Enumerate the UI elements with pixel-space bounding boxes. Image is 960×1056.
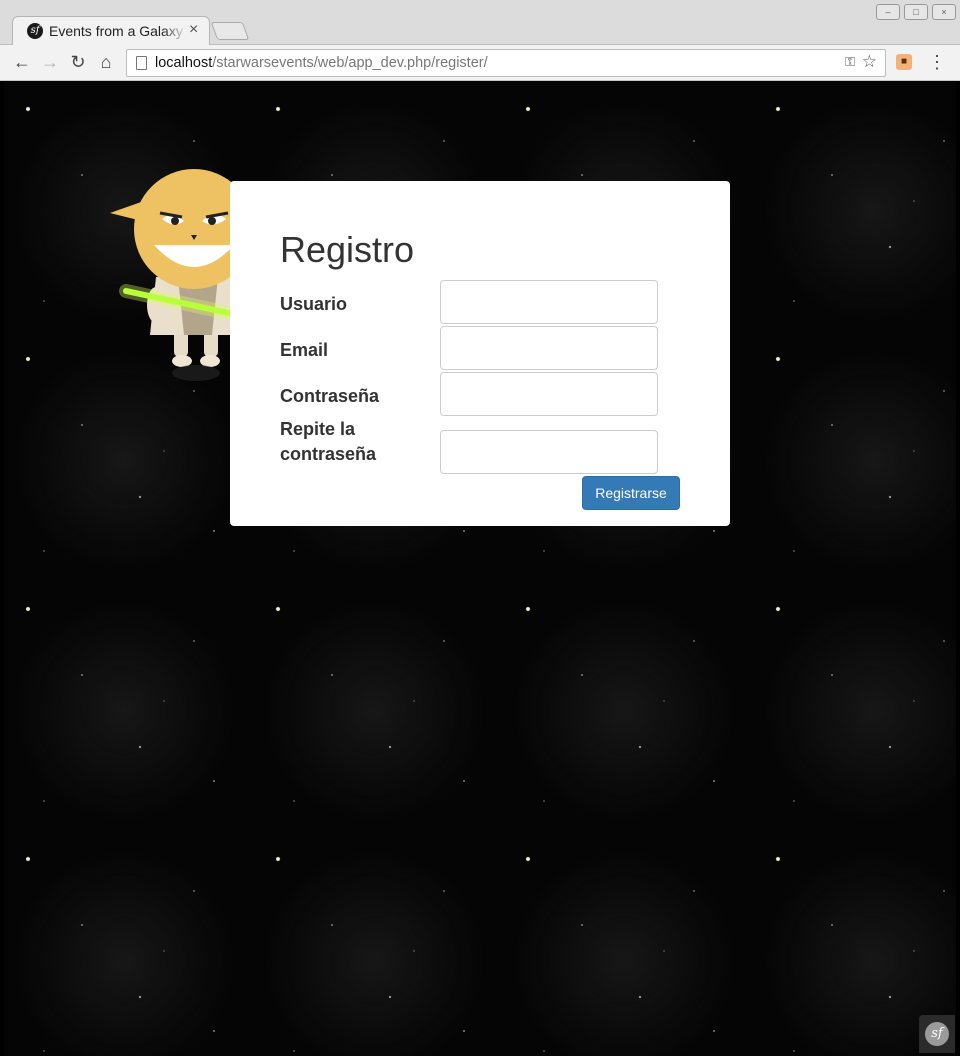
browser-toolbar: ← → ↻ ⌂ localhost/starwarsevents/web/app… bbox=[0, 45, 960, 81]
register-button[interactable]: Registrarse bbox=[582, 476, 680, 510]
page-icon bbox=[136, 56, 147, 70]
symfony-toolbar-toggle[interactable]: sf bbox=[919, 1015, 955, 1053]
password-input[interactable] bbox=[440, 372, 658, 416]
username-label: Usuario bbox=[280, 294, 348, 314]
reload-icon[interactable]: ↻ bbox=[66, 51, 90, 73]
close-window-icon[interactable]: × bbox=[932, 4, 956, 20]
page-viewport: Registro Usuario Email Contraseña Repite… bbox=[4, 81, 956, 1056]
browser-tab[interactable]: sf Events from a Galaxy × bbox=[12, 16, 210, 45]
browser-tab-bar: sf Events from a Galaxy × – □ × bbox=[0, 0, 960, 45]
extension-icon[interactable]: ■ bbox=[896, 54, 912, 70]
email-input[interactable] bbox=[440, 326, 658, 370]
address-bar[interactable]: localhost/starwarsevents/web/app_dev.php… bbox=[126, 49, 886, 77]
bookmark-star-icon[interactable]: ☆ bbox=[862, 52, 877, 72]
window-controls: – □ × bbox=[876, 4, 956, 20]
url-text[interactable]: localhost/starwarsevents/web/app_dev.php… bbox=[155, 53, 488, 73]
forward-arrow-icon[interactable]: → bbox=[38, 51, 62, 73]
symfony-favicon-icon: sf bbox=[27, 23, 43, 39]
password-label: Contraseña bbox=[280, 386, 380, 406]
page-title: Registro bbox=[280, 229, 415, 270]
menu-icon[interactable]: ⋮ bbox=[928, 51, 946, 73]
key-icon[interactable]: ⚿ bbox=[845, 54, 855, 70]
minimize-icon[interactable]: – bbox=[876, 4, 900, 20]
symfony-logo-icon: sf bbox=[925, 1022, 949, 1046]
tab-close-icon[interactable]: × bbox=[189, 22, 198, 38]
back-arrow-icon[interactable]: ← bbox=[10, 51, 34, 73]
email-label: Email bbox=[280, 340, 329, 360]
url-path: /starwarsevents/web/app_dev.php/register… bbox=[212, 55, 488, 71]
register-panel: Registro Usuario Email Contraseña Repite… bbox=[230, 181, 730, 526]
repeat-password-input[interactable] bbox=[440, 430, 658, 474]
home-icon[interactable]: ⌂ bbox=[94, 51, 118, 73]
maximize-icon[interactable]: □ bbox=[904, 4, 928, 20]
repeat-password-label: Repite la contraseña bbox=[280, 419, 377, 464]
username-input[interactable] bbox=[440, 280, 658, 324]
url-host: localhost bbox=[155, 55, 213, 71]
new-tab-button[interactable] bbox=[210, 22, 250, 40]
